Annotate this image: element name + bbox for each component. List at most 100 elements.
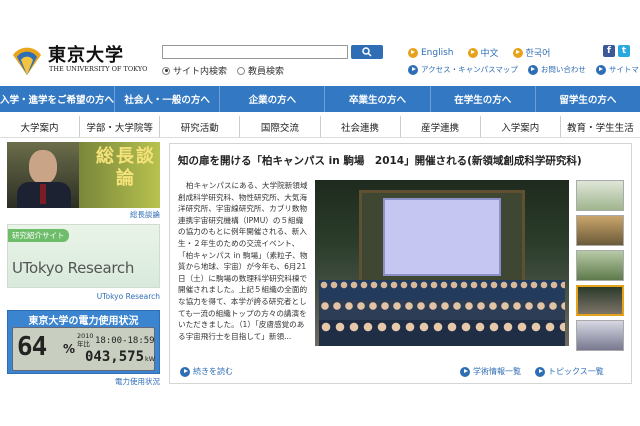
president-banner-title: 総長談論 bbox=[96, 146, 156, 189]
social-links: f t bbox=[603, 45, 630, 57]
research-banner-title: UTokyo Research bbox=[12, 259, 135, 277]
nav-public[interactable]: 社会人・一般の方へ bbox=[115, 86, 221, 112]
read-more-label: 続きを読む bbox=[193, 367, 233, 376]
nav-admissions[interactable]: 入学案内 bbox=[481, 116, 561, 137]
nav-student-life[interactable]: 教育・学生生活 bbox=[561, 116, 640, 137]
arrow-right-icon bbox=[180, 366, 190, 377]
contact-link[interactable]: お問い合わせ bbox=[527, 64, 586, 75]
president-head bbox=[29, 150, 57, 184]
arrow-right-icon bbox=[595, 64, 606, 75]
nav-international-students[interactable]: 留学生の方へ bbox=[536, 86, 640, 112]
utility-links: アクセス・キャンパスマップ お問い合わせ サイトマップ bbox=[408, 64, 640, 75]
arrow-right-icon bbox=[408, 47, 418, 58]
twitter-icon[interactable]: t bbox=[618, 45, 630, 57]
search-button[interactable] bbox=[351, 45, 383, 59]
arrow-right-icon bbox=[527, 64, 538, 75]
power-caption-link[interactable]: 電力使用状況 bbox=[7, 376, 160, 387]
arrow-right-icon bbox=[408, 64, 418, 75]
nav-international[interactable]: 国際交流 bbox=[240, 116, 321, 137]
group-photo-row bbox=[319, 280, 565, 302]
group-photo-row bbox=[319, 300, 565, 322]
projection-screen bbox=[383, 198, 501, 276]
search-scope-group: サイト内検索 教員検索 bbox=[162, 64, 284, 77]
audience-nav: 入学・進学をご希望の方へ 社会人・一般の方へ 企業の方へ 卒業生の方へ 在学生の… bbox=[0, 86, 640, 112]
article-body: 柏キャンパスにある、大学院新領域創成科学研究科、物性研究所、大気海洋研究所、宇宙… bbox=[178, 181, 308, 341]
arrow-right-icon bbox=[535, 366, 545, 377]
power-time-value: 18:00-18:59 bbox=[95, 336, 155, 346]
power-year-label: 年比 bbox=[77, 340, 90, 348]
logo-japanese-text: 東京大学 bbox=[48, 45, 124, 66]
sitemap-link[interactable]: サイトマップ bbox=[595, 64, 640, 75]
thumbnail[interactable] bbox=[576, 215, 624, 246]
ginkgo-logo-icon bbox=[13, 47, 41, 75]
topics-label: トピックス一覧 bbox=[548, 367, 604, 376]
nav-prospective-students[interactable]: 入学・進学をご希望の方へ bbox=[0, 86, 116, 112]
arrow-right-icon bbox=[467, 47, 478, 58]
search-icon bbox=[362, 47, 372, 57]
sitemap-label: サイトマップ bbox=[608, 65, 640, 74]
nav-alumni[interactable]: 卒業生の方へ bbox=[325, 86, 431, 112]
radio-selected-icon bbox=[162, 66, 170, 75]
nav-social[interactable]: 社会連携 bbox=[321, 116, 401, 137]
power-year: 2010 年比 bbox=[77, 332, 94, 348]
president-caption-link[interactable]: 総長談論 bbox=[7, 209, 160, 220]
group-photo-row bbox=[319, 320, 565, 346]
nav-research[interactable]: 研究活動 bbox=[160, 116, 241, 137]
arrow-right-icon bbox=[512, 47, 523, 58]
scope-faculty-radio[interactable]: 教員検索 bbox=[237, 64, 284, 77]
academic-info-link[interactable]: 学術情報一覧 bbox=[460, 366, 521, 377]
research-caption-link[interactable]: UTokyo Research bbox=[7, 292, 160, 301]
power-usage-heading: 東京大学の電力使用状況 bbox=[28, 316, 139, 327]
scope-site-label: サイト内検索 bbox=[173, 67, 228, 77]
article-thumbnails bbox=[576, 180, 624, 351]
nav-companies[interactable]: 企業の方へ bbox=[220, 86, 326, 112]
access-map-link[interactable]: アクセス・キャンパスマップ bbox=[408, 64, 518, 75]
nav-current-students[interactable]: 在学生の方へ bbox=[431, 86, 536, 112]
access-map-label: アクセス・キャンパスマップ bbox=[421, 65, 518, 74]
lang-chinese-label: 中文 bbox=[480, 49, 499, 59]
lang-chinese-link[interactable]: 中文 bbox=[467, 46, 499, 59]
president-photo bbox=[7, 142, 79, 208]
power-usage-banner[interactable]: 東京大学の電力使用状況 64 % 2010年比 18:00-18:59 電力 0… bbox=[7, 310, 160, 374]
power-usage-display: 64 % 2010年比 18:00-18:59 電力 043,575 kW bbox=[12, 327, 155, 371]
research-tag: 研究紹介サイト bbox=[8, 229, 69, 242]
lang-english-link[interactable]: English bbox=[408, 46, 454, 59]
lang-korean-label: 한국어 bbox=[525, 49, 551, 59]
scope-site-radio[interactable]: サイト内検索 bbox=[162, 64, 227, 77]
power-time-range: 18:00-18:59 電力 bbox=[95, 333, 159, 346]
thumbnail[interactable] bbox=[576, 180, 624, 211]
scope-faculty-label: 教員検索 bbox=[248, 67, 285, 77]
power-percent-sign: % bbox=[63, 342, 76, 356]
thumbnail[interactable] bbox=[576, 320, 624, 351]
featured-article: 知の扉を開ける「柏キャンパス in 駒場 2014」開催される(新領域創成科学研… bbox=[169, 143, 632, 384]
article-list-links: 学術情報一覧 トピックス一覧 bbox=[460, 366, 604, 377]
radio-unselected-icon bbox=[237, 66, 246, 75]
facebook-icon[interactable]: f bbox=[603, 45, 615, 57]
read-more-link[interactable]: 続きを読む bbox=[180, 366, 233, 377]
topics-link[interactable]: トピックス一覧 bbox=[535, 366, 604, 377]
language-links: English 中文 한국어 bbox=[408, 46, 550, 59]
power-year-value: 2010 bbox=[77, 332, 94, 340]
logo-english-text: THE UNIVERSITY OF TOKYO bbox=[49, 65, 148, 73]
nav-about[interactable]: 大学案内 bbox=[0, 116, 81, 137]
nav-faculties[interactable]: 学部・大学院等 bbox=[80, 116, 161, 137]
power-kw-unit: kW bbox=[145, 355, 156, 363]
thumbnail[interactable] bbox=[576, 250, 624, 281]
lang-korean-link[interactable]: 한국어 bbox=[512, 46, 551, 59]
article-title[interactable]: 知の扉を開ける「柏キャンパス in 駒場 2014」開催される(新領域創成科学研… bbox=[178, 153, 582, 168]
academic-info-label: 学術情報一覧 bbox=[473, 367, 521, 376]
lang-english-label: English bbox=[421, 47, 454, 58]
main-nav: 大学案内 学部・大学院等 研究活動 国際交流 社会連携 産学連携 入学案内 教育… bbox=[0, 116, 640, 138]
president-tie bbox=[40, 184, 46, 204]
power-kw-value: 043,575 bbox=[85, 349, 145, 365]
nav-industry[interactable]: 産学連携 bbox=[401, 116, 481, 137]
article-photo[interactable] bbox=[315, 180, 569, 346]
thumbnail-active[interactable] bbox=[576, 285, 624, 316]
arrow-right-icon bbox=[460, 366, 470, 377]
research-banner[interactable]: 研究紹介サイト UTokyo Research bbox=[7, 224, 160, 288]
contact-label: お問い合わせ bbox=[540, 65, 586, 74]
university-logo[interactable]: 東京大学 THE UNIVERSITY OF TOKYO bbox=[10, 40, 170, 80]
power-percent-value: 64 bbox=[17, 332, 47, 362]
president-banner[interactable]: 総長談論 bbox=[7, 142, 160, 208]
search-input[interactable] bbox=[162, 45, 348, 59]
